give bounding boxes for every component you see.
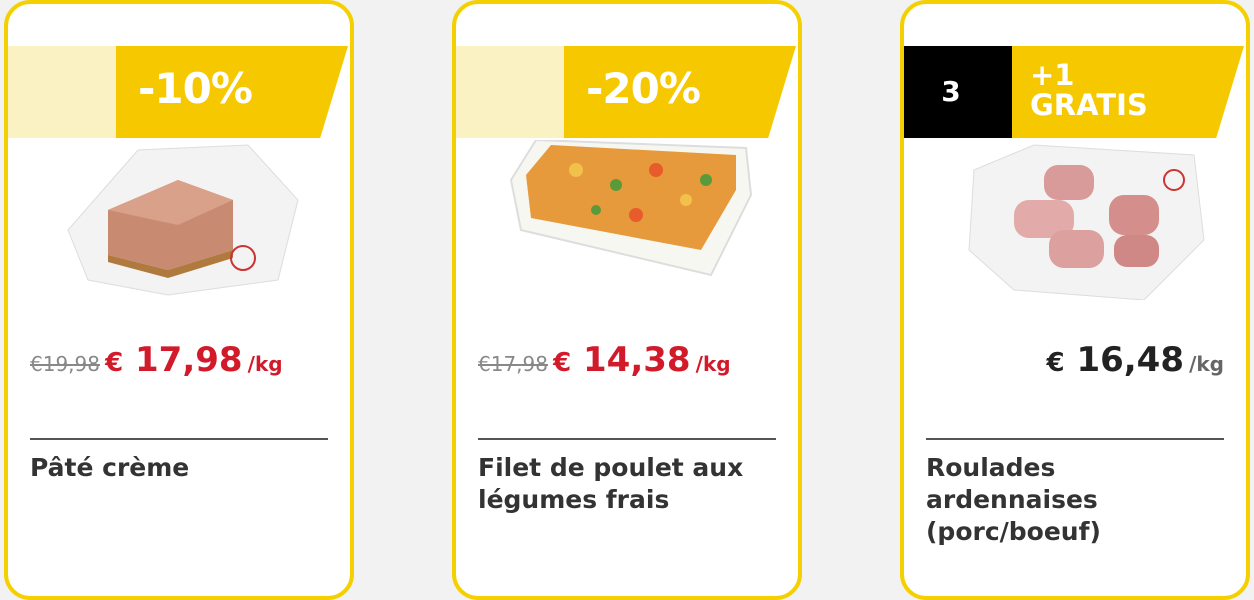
discount-badge: -20% [456, 46, 798, 138]
product-card-poulet[interactable]: -20% €17,98 € 14,38 /kg Filet de poulet … [452, 0, 802, 600]
discount-badge: -10% [8, 46, 350, 138]
price-unit: /kg [1189, 352, 1224, 376]
badge-pale-block [456, 46, 566, 138]
price-row: € 16,48 /kg [926, 340, 1225, 390]
badge-yellow-block: +1 GRATIS [1012, 46, 1244, 138]
product-card-pate[interactable]: -10% €19,98 € 17,98 /kg Pâté crème [4, 0, 354, 600]
roulades-image [968, 144, 1205, 300]
price: € 16,48 [1046, 340, 1184, 380]
old-price: €19,98 [30, 352, 100, 376]
product-card-roulades[interactable]: 3 +1 GRATIS € 16,48 /kg Roulades ardenna… [900, 0, 1250, 600]
price-row: €17,98 € 14,38 /kg [478, 340, 776, 390]
promo-badge: 3 +1 GRATIS [904, 46, 1246, 138]
price-row: €19,98 € 17,98 /kg [30, 340, 328, 390]
badge-count: 3 [941, 75, 961, 108]
discount-label: -20% [586, 64, 701, 113]
pate-image [67, 144, 299, 296]
gratis-label: +1 GRATIS [1030, 58, 1148, 122]
divider [30, 438, 328, 440]
badge-yellow-block: -10% [116, 46, 348, 138]
old-price: €17,98 [478, 352, 548, 376]
badge-yellow-block: -20% [564, 46, 796, 138]
badge-count-block: 3 [904, 46, 1012, 138]
badge-pale-block [8, 46, 118, 138]
new-price: € 14,38 [553, 340, 691, 380]
new-price: € 17,98 [105, 340, 243, 380]
chicken-vegetables-image [509, 140, 753, 277]
discount-label: -10% [138, 64, 253, 113]
divider [926, 438, 1224, 440]
price-unit: /kg [247, 352, 283, 376]
price-unit: /kg [695, 352, 731, 376]
divider [478, 438, 776, 440]
product-name[interactable]: Roulades ardennaises (porc/boeuf) [926, 452, 1224, 548]
product-name[interactable]: Filet de poulet aux légumes frais [478, 452, 776, 516]
product-name[interactable]: Pâté crème [30, 452, 328, 484]
